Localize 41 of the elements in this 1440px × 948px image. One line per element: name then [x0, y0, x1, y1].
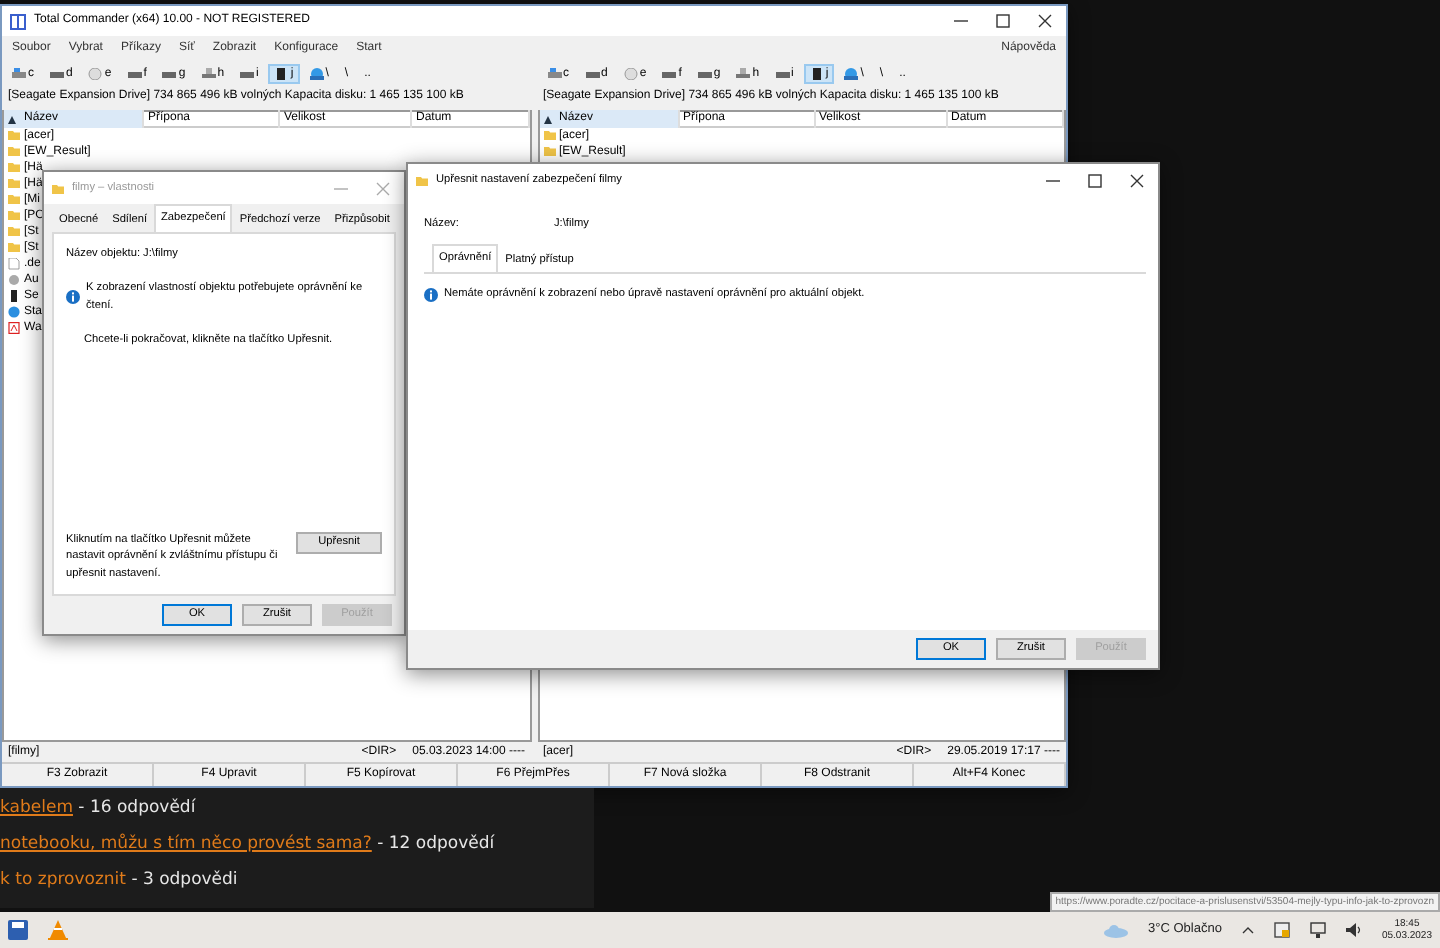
usb-drive-icon [274, 68, 289, 80]
drive-icon [50, 68, 64, 80]
network-icon [309, 68, 324, 80]
info-icon [424, 288, 438, 303]
drive-icon [662, 68, 677, 80]
info-icon [66, 290, 80, 305]
sort-arrow-icon [543, 115, 551, 123]
device-icon [8, 290, 20, 302]
pdf-icon [8, 322, 20, 334]
drive-icon [697, 68, 712, 80]
app-icon [10, 13, 26, 29]
chevron-up-icon[interactable] [1241, 926, 1254, 934]
network-drive-icon [736, 68, 751, 80]
monitor-icon[interactable] [1309, 922, 1326, 938]
answer-count: - 3 odpovědi [129, 868, 238, 894]
drive-icon [775, 68, 790, 80]
drive-icon [547, 68, 561, 80]
drive-icon [127, 68, 142, 80]
usb-drive-icon [809, 68, 824, 80]
maximize-icon[interactable] [1088, 173, 1102, 187]
speaker-icon[interactable] [1345, 922, 1362, 938]
close-icon[interactable] [1038, 14, 1052, 28]
close-icon[interactable] [1130, 173, 1144, 187]
network-icon [844, 68, 859, 80]
floppy-icon[interactable] [8, 920, 28, 940]
drive-icon [585, 68, 599, 80]
answer-count: - 12 odpovědí [375, 832, 495, 858]
folder-icon [416, 175, 428, 185]
answer-count: - 16 odpovědí [76, 796, 196, 822]
sort-arrow-icon [8, 115, 16, 123]
drive-icon [12, 68, 26, 80]
document-icon [8, 258, 20, 270]
topic-link[interactable]: kabelem [0, 796, 73, 822]
drive-icon [240, 68, 255, 80]
folder-icon [52, 183, 64, 193]
maximize-icon[interactable] [996, 14, 1010, 28]
topic-link[interactable]: k to zprovoznit [0, 868, 126, 894]
drive-icon [162, 68, 177, 80]
minimize-icon[interactable] [954, 14, 968, 28]
topic-link[interactable]: notebooku, můžu s tím něco provést sama? [0, 832, 372, 858]
network-drive-icon [201, 68, 216, 80]
